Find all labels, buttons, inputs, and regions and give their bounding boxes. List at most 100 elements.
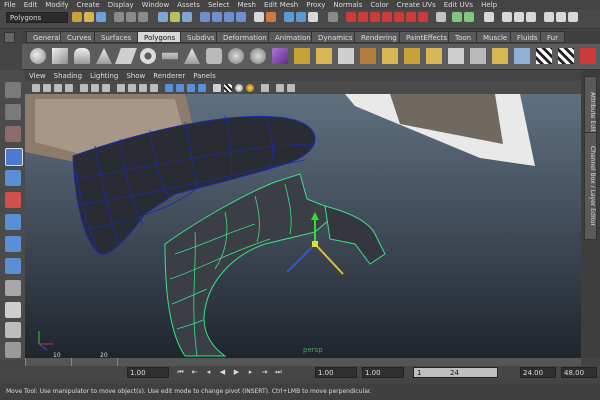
menu-set-dropdown[interactable]: Polygons [6, 12, 68, 23]
hypershade-icon[interactable] [526, 12, 536, 22]
extrude-icon[interactable] [360, 48, 376, 64]
tab-deformation[interactable]: Deformation [216, 31, 274, 43]
menu-select[interactable]: Select [204, 0, 234, 10]
perspective-viewport[interactable]: persp [25, 94, 581, 358]
pick-handles-icon[interactable] [170, 12, 180, 22]
menu-display[interactable]: Display [104, 0, 138, 10]
menu-color[interactable]: Color [366, 0, 392, 10]
toggle-green-2-icon[interactable] [464, 12, 474, 22]
outliner-layout-icon[interactable] [5, 342, 21, 358]
poly-cylinder-icon[interactable] [74, 48, 90, 64]
planar-mapping-icon[interactable] [514, 48, 530, 64]
poly-helix-icon[interactable] [228, 48, 244, 64]
bookmark-icon[interactable] [54, 84, 62, 92]
xray-icon[interactable] [198, 84, 206, 92]
snap-point-icon[interactable] [224, 12, 234, 22]
shelf-extra-icon[interactable] [580, 48, 596, 64]
step-forward-key-button[interactable]: ⇥ [260, 368, 269, 377]
channel-box-icon[interactable] [484, 12, 494, 22]
safe-action-icon[interactable] [139, 84, 147, 92]
current-frame-field[interactable]: 1.00 [127, 367, 169, 378]
panel-menu-view[interactable]: View [25, 72, 50, 80]
tab-muscle[interactable]: Muscle [476, 31, 515, 43]
menu-normals[interactable]: Normals [329, 0, 366, 10]
menu-create-uvs[interactable]: Create UVs [393, 0, 440, 10]
last-tool-icon[interactable] [5, 280, 21, 296]
snap-curve-icon[interactable] [212, 12, 222, 22]
manipulator-z-axis[interactable] [286, 243, 316, 273]
rotate-tool-icon[interactable] [5, 170, 21, 186]
poly-pipe-icon[interactable] [206, 48, 222, 64]
menu-file[interactable]: File [0, 0, 20, 10]
paint-select-tool-icon[interactable] [5, 126, 21, 142]
go-to-start-button[interactable]: ⏮ [176, 368, 185, 377]
tab-dynamics[interactable]: Dynamics [311, 31, 360, 43]
fill-hole-icon[interactable] [426, 48, 442, 64]
select-component-icon[interactable] [138, 12, 148, 22]
move-tool-icon[interactable] [5, 148, 23, 166]
textured-icon[interactable] [213, 84, 221, 92]
attribute-editor-icon[interactable] [544, 12, 554, 22]
poly-sphere-icon[interactable] [30, 48, 46, 64]
magnet-view-icon[interactable] [406, 12, 416, 22]
camera-attributes-icon[interactable] [43, 84, 51, 92]
shoe-part-selected[interactable] [164, 173, 331, 357]
scale-tool-icon[interactable] [5, 192, 21, 208]
tab-surfaces[interactable]: Surfaces [94, 31, 139, 43]
show-ui-icon[interactable] [436, 12, 446, 22]
select-camera-icon[interactable] [32, 84, 40, 92]
panel-menu-panels[interactable]: Panels [189, 72, 220, 80]
pick-mask-icon[interactable] [158, 12, 168, 22]
range-slider-bar[interactable]: 1 24 [413, 367, 498, 378]
play-forwards-button[interactable]: ▶ [232, 368, 241, 377]
bridge-icon[interactable] [382, 48, 398, 64]
manipulator-x-axis[interactable] [314, 243, 344, 275]
graph-editor-icon[interactable] [514, 12, 524, 22]
save-scene-icon[interactable] [96, 12, 106, 22]
tab-curves[interactable]: Curves [60, 31, 99, 43]
open-scene-icon[interactable] [84, 12, 94, 22]
magnet-point-icon[interactable] [394, 12, 404, 22]
menu-mesh[interactable]: Mesh [234, 0, 260, 10]
outliner-icon[interactable] [502, 12, 512, 22]
single-pane-layout-icon[interactable] [5, 302, 21, 318]
poly-soccer-ball-icon[interactable] [250, 48, 266, 64]
menu-edit-uvs[interactable]: Edit UVs [440, 0, 477, 10]
smooth-icon[interactable] [338, 48, 354, 64]
select-hierarchy-icon[interactable] [114, 12, 124, 22]
manipulator-tool-icon[interactable] [5, 214, 21, 230]
safe-title-icon[interactable] [150, 84, 158, 92]
playback-start-field[interactable]: 1.00 [362, 367, 404, 378]
append-polygon-icon[interactable] [404, 48, 420, 64]
go-to-end-button[interactable]: ⏭ [274, 368, 283, 377]
layer-editor-icon[interactable] [568, 12, 578, 22]
tab-toon[interactable]: Toon [448, 31, 479, 43]
manipulator-center[interactable] [312, 241, 318, 247]
grid-toggle-icon[interactable] [80, 84, 88, 92]
show-manipulator-icon[interactable] [5, 258, 21, 274]
magnet-surface-icon[interactable] [370, 12, 380, 22]
playback-end-field[interactable]: 24.00 [520, 367, 556, 378]
render-settings-icon[interactable] [308, 12, 318, 22]
resolution-gate-icon[interactable] [102, 84, 110, 92]
end-time-field[interactable]: 48.00 [561, 367, 597, 378]
construction-history-icon[interactable] [266, 12, 276, 22]
shoe-heel-selected[interactable] [324, 205, 386, 265]
lasso-tool-icon[interactable] [5, 104, 21, 120]
input-line-icon[interactable] [328, 12, 338, 22]
wireframe-icon[interactable] [165, 84, 173, 92]
snap-grid-icon[interactable] [200, 12, 210, 22]
panel-menu-renderer[interactable]: Renderer [149, 72, 189, 80]
panel-menu-shading[interactable]: Shading [50, 72, 86, 80]
image-plane-icon[interactable] [65, 84, 73, 92]
gate-mask-icon[interactable] [117, 84, 125, 92]
pick-joints-icon[interactable] [182, 12, 192, 22]
ipr-render-icon[interactable] [296, 12, 306, 22]
shelf-options-icon[interactable] [4, 32, 15, 43]
select-object-icon[interactable] [126, 12, 136, 22]
panel-menu-lighting[interactable]: Lighting [86, 72, 122, 80]
menu-window[interactable]: Window [138, 0, 174, 10]
panel-menu-show[interactable]: Show [122, 72, 149, 80]
poly-torus-icon[interactable] [140, 48, 156, 64]
menu-edit[interactable]: Edit [20, 0, 42, 10]
